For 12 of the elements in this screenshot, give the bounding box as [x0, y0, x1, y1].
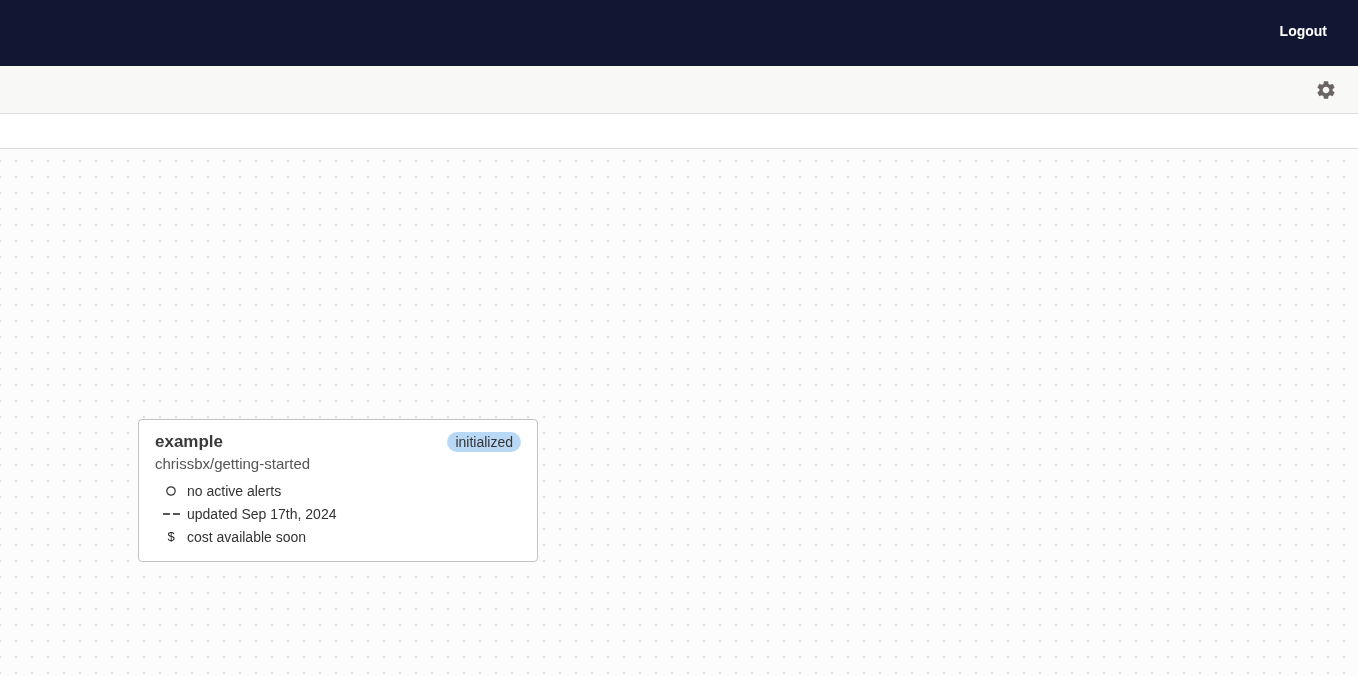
- status-text: no active alerts: [187, 482, 282, 499]
- project-title: example: [155, 432, 224, 452]
- status-text: cost available soon: [187, 528, 307, 545]
- circle-icon: [166, 485, 176, 496]
- status-badge: initialized: [447, 432, 521, 452]
- dashes-icon: [162, 512, 180, 515]
- settings-icon[interactable]: [1315, 78, 1337, 101]
- repo-name: chrissbx/getting-started: [155, 455, 312, 472]
- status-text: updated Sep 17th, 2024: [187, 505, 337, 522]
- project-card[interactable]: example initialized chrissbx/getting-started no active alerts updated Sep 17th, 2024 $ cost available soon: [138, 419, 538, 562]
- logout-button[interactable]: Logout: [1272, 19, 1334, 43]
- dollar-sign: $: [167, 529, 175, 544]
